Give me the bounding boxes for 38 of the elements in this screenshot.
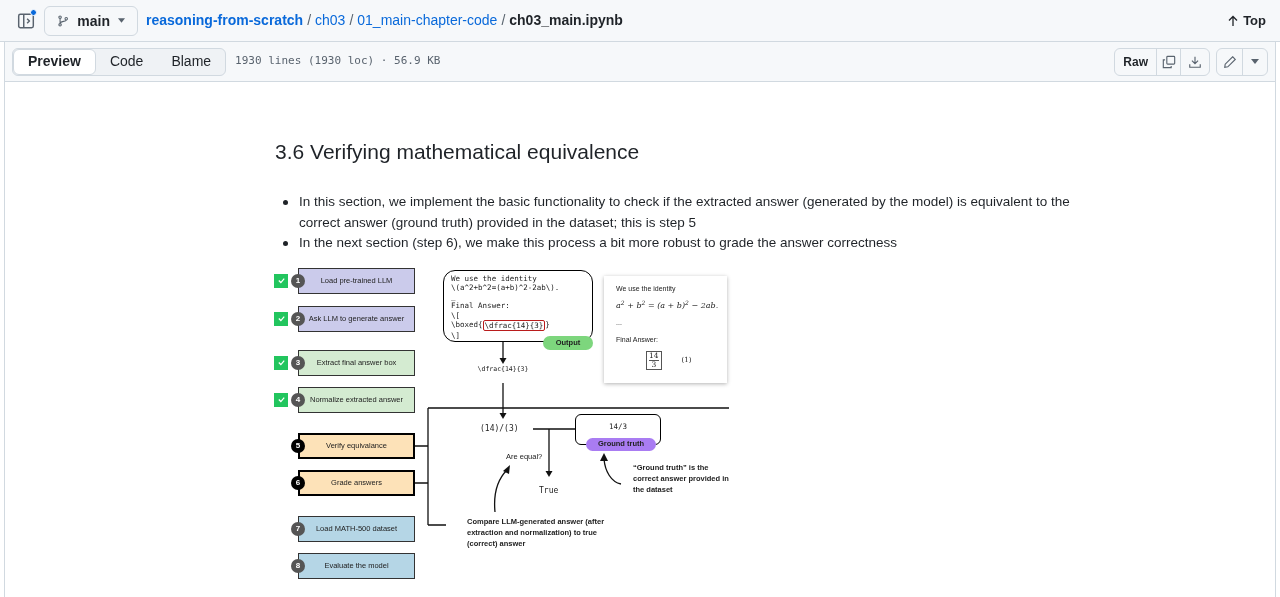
- branch-button[interactable]: main: [44, 5, 138, 36]
- sidebar-toggle-icon[interactable]: [16, 10, 36, 31]
- view-tab[interactable]: Code: [95, 48, 158, 75]
- raw-button[interactable]: Raw: [1115, 48, 1157, 75]
- file-name: ch03_main.ipynb: [509, 11, 623, 30]
- branch-icon: [57, 13, 70, 28]
- path-separator: /: [349, 11, 354, 30]
- section-heading: 3.6 Verifying mathematical equivalence: [275, 139, 641, 165]
- view-tab[interactable]: Blame: [157, 48, 226, 75]
- bullet-icon: [283, 200, 288, 205]
- step-number: 2: [291, 311, 305, 326]
- step-number: 8: [291, 558, 305, 573]
- breadcrumb-link[interactable]: 01_main-chapter-code: [357, 10, 498, 31]
- curved-arrow: [494, 464, 510, 513]
- formula: a$^{2}$ + b$^{2}$ = (a + b)$^{2}$ − 2ab.: [616, 300, 719, 312]
- result-label: True: [539, 484, 559, 497]
- file-info: 1930 lines (1930 loc) · 56.9 KB: [235, 53, 441, 70]
- arrow: [499, 381, 507, 419]
- arrow-up-icon: [1227, 14, 1240, 27]
- arrow: [499, 339, 507, 364]
- view-tab[interactable]: Preview: [13, 48, 96, 75]
- step-number: 6: [291, 475, 305, 490]
- bullet-text: In this section, we implement the basic functionality to check if the extracted answer (generated by the model) is equivalent to the correct answer (ground truth) provided in the dataset; this is step 5: [299, 193, 1071, 232]
- step-number: 5: [291, 438, 305, 453]
- step-number: 4: [291, 392, 305, 407]
- step-number: 3: [291, 355, 305, 370]
- breadcrumb-link[interactable]: ch03: [315, 10, 346, 31]
- curved-arrow: [600, 452, 622, 485]
- path-separator: /: [307, 11, 312, 30]
- caret-icon: [118, 18, 125, 23]
- bullet-text: In the next section (step 6), we make this process a bit more robust to grade the answer correctness: [299, 234, 898, 252]
- step-number: 1: [291, 273, 305, 288]
- step-number: 7: [291, 521, 305, 536]
- breadcrumb-link[interactable]: reasoning-from-scratch: [146, 10, 304, 31]
- path-separator: /: [501, 11, 506, 30]
- bullet-icon: [283, 241, 288, 246]
- normalized-answer: (14)/(3): [480, 422, 519, 435]
- top-link[interactable]: Top: [1227, 10, 1266, 31]
